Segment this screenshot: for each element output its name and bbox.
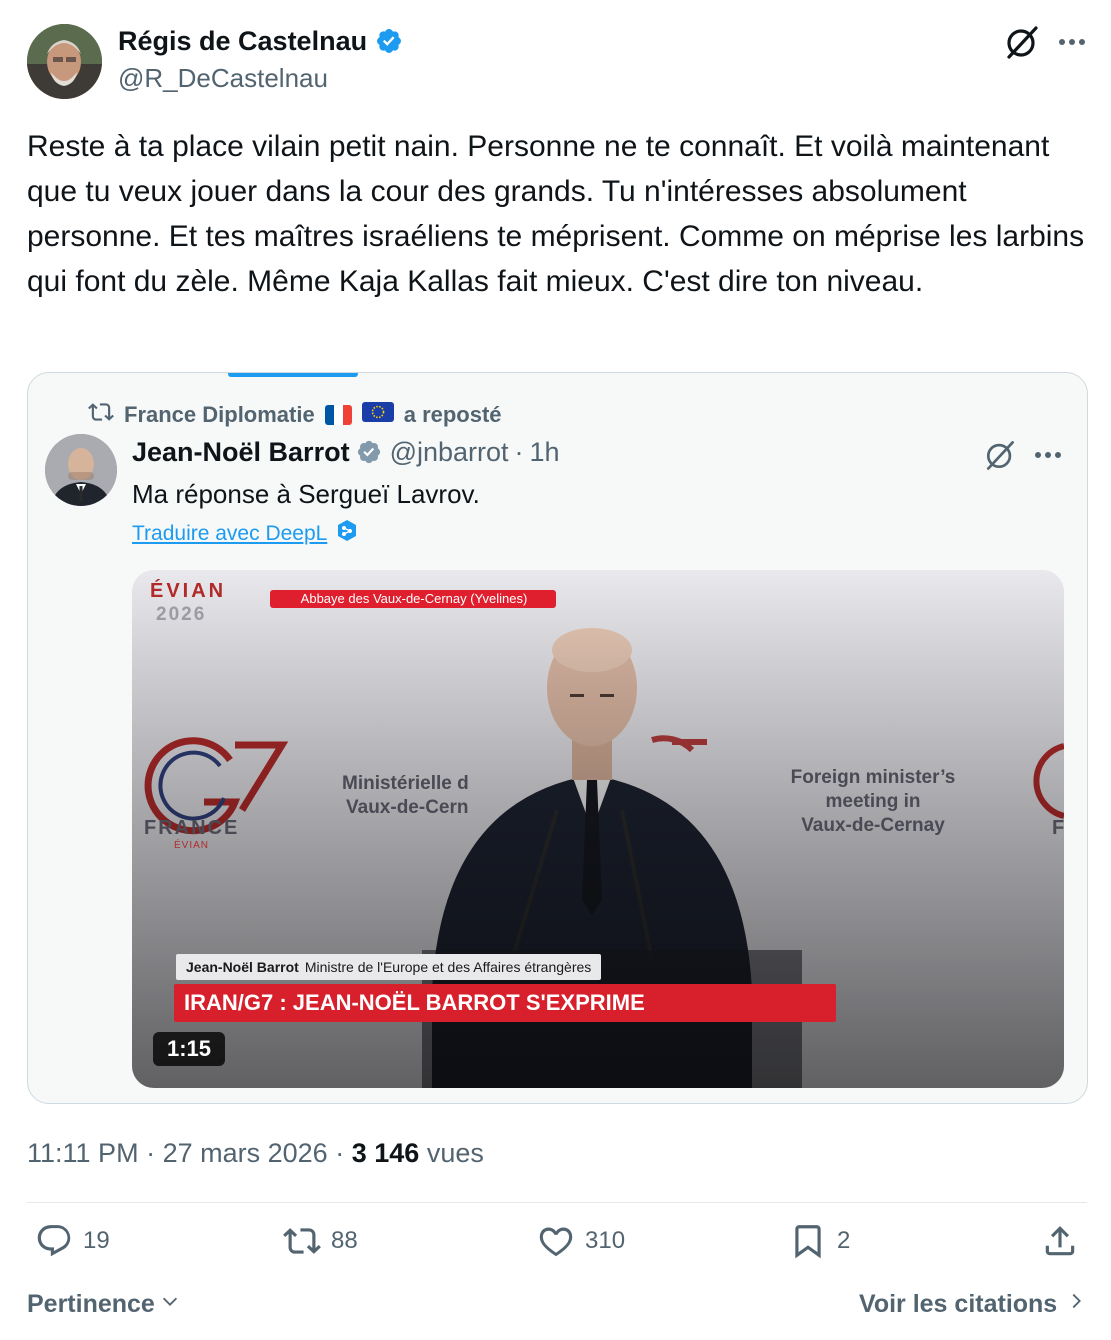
author-handle[interactable]: @R_DeCastelnau [118, 62, 328, 94]
bookmark-icon [795, 1225, 821, 1259]
action-bar: 19 88 310 2 [27, 1222, 1087, 1274]
location-tag: Abbaye des Vaux-de-Cernay (Yvelines) [300, 591, 528, 606]
repost-action-icon [283, 1228, 321, 1254]
banner-fr-line1: Ministérielle d [342, 773, 469, 794]
sort-label[interactable]: Pertinence [27, 1290, 155, 1319]
chevron-down-icon [159, 1290, 181, 1319]
quoted-tweet-card[interactable]: France Diplomatie a reposté Jean-Noël Ba… [27, 372, 1088, 1104]
repost-indicator[interactable]: France Diplomatie a reposté [88, 399, 502, 431]
share-button[interactable] [1041, 1222, 1079, 1260]
quoted-time[interactable]: 1h [530, 435, 560, 469]
grok-icon[interactable] [1002, 22, 1042, 62]
news-headline: IRAN/G7 : JEAN-NOËL BARROT S'EXPRIME [174, 984, 836, 1022]
banner-en: Foreign minister’s meeting in Vaux-de-Ce… [788, 766, 958, 838]
banner-fr-line2: Vaux-de-Cern [346, 797, 469, 818]
g7-country: FRANCE [144, 817, 240, 839]
quoted-separator: · [514, 437, 524, 467]
banner-en-line3: Vaux-de-Cernay [801, 815, 945, 836]
repost-account[interactable]: France Diplomatie [124, 402, 315, 428]
tweet-time[interactable]: 11:11 PM [27, 1138, 139, 1168]
card-highlight-bar [228, 373, 358, 377]
eu-flag-icon [361, 402, 394, 428]
quoted-text: Ma réponse à Sergueï Lavrov. [132, 479, 480, 509]
lower-third-title: Ministre de l'Europe et des Affaires étr… [304, 959, 592, 975]
tweet-text: Reste à ta place vilain petit nain. Pers… [27, 130, 1085, 298]
quoted-author-avatar[interactable] [45, 434, 117, 506]
quoted-author-handle[interactable]: @jnbarrot [390, 435, 509, 469]
author-avatar[interactable] [27, 24, 102, 99]
author-name-row[interactable]: Régis de Castelnau [118, 24, 403, 58]
bookmark-button[interactable]: 2 [789, 1222, 850, 1260]
like-button[interactable]: 310 [537, 1222, 625, 1260]
repost-icon [88, 399, 114, 431]
repost-button[interactable]: 88 [283, 1222, 358, 1260]
lower-third-name: Jean-Noël Barrot [186, 959, 299, 975]
view-quotes-link[interactable]: Voir les citations [859, 1290, 1087, 1319]
translate-link[interactable]: Traduire avec DeepL [132, 519, 359, 549]
reply-count: 19 [83, 1227, 110, 1254]
sort-dropdown[interactable]: Pertinence [27, 1290, 181, 1319]
chevron-right-icon [1065, 1290, 1087, 1319]
meta-separator-1: · [146, 1138, 156, 1168]
share-icon [1045, 1226, 1075, 1256]
bookmark-count: 2 [837, 1227, 851, 1254]
banner-en-line2: meeting in [825, 791, 921, 812]
quoted-header[interactable]: Jean-Noël Barrot @jnbarrot · 1h [132, 435, 560, 469]
quoted-grok-icon[interactable] [982, 437, 1018, 478]
reply-button[interactable]: 19 [35, 1222, 110, 1260]
quoted-author-name[interactable]: Jean-Noël Barrot [132, 435, 350, 469]
tweet-meta: 11:11 PM · 27 mars 2026 · 3 146 vues [27, 1134, 484, 1172]
quoted-more-options-icon[interactable] [1030, 435, 1070, 480]
divider [27, 1202, 1087, 1203]
repost-count: 88 [331, 1227, 358, 1254]
translate-label[interactable]: Traduire avec DeepL [132, 522, 327, 546]
like-count: 310 [585, 1227, 626, 1254]
repost-suffix: a reposté [403, 402, 502, 427]
heart-icon [539, 1227, 573, 1257]
evian-logo-line2: 2026 [156, 604, 207, 625]
views-label: vues [426, 1138, 484, 1168]
lower-third: Jean-Noël Barrot Ministre de l'Europe et… [176, 954, 602, 980]
tweet-date[interactable]: 27 mars 2026 [163, 1138, 328, 1168]
reply-icon [37, 1225, 71, 1257]
g7-year: 2026 [178, 852, 199, 862]
evian-logo-line1: ÉVIAN [150, 580, 227, 602]
video-player[interactable]: ÉVIAN 2026 Abbaye des Vaux-de-Cernay (Yv… [132, 570, 1064, 1088]
banner-fr: Ministérielle d Vaux-de-Cern [342, 772, 469, 820]
meta-separator-2: · [335, 1138, 345, 1168]
view-quotes-label[interactable]: Voir les citations [859, 1290, 1057, 1319]
author-name[interactable]: Régis de Castelnau [118, 24, 367, 58]
banner-right-letter: F [1052, 817, 1064, 839]
more-options-icon[interactable] [1054, 22, 1094, 62]
france-flag-icon [324, 405, 352, 425]
video-duration: 1:15 [153, 1032, 226, 1066]
banner-en-line1: Foreign minister’s [790, 767, 956, 788]
verified-badge-icon [375, 27, 403, 55]
g7-city: ÉVIAN [174, 840, 210, 851]
deepl-icon [335, 519, 359, 549]
views-count: 3 146 [351, 1138, 420, 1168]
verified-badge-gray-icon [356, 439, 382, 465]
